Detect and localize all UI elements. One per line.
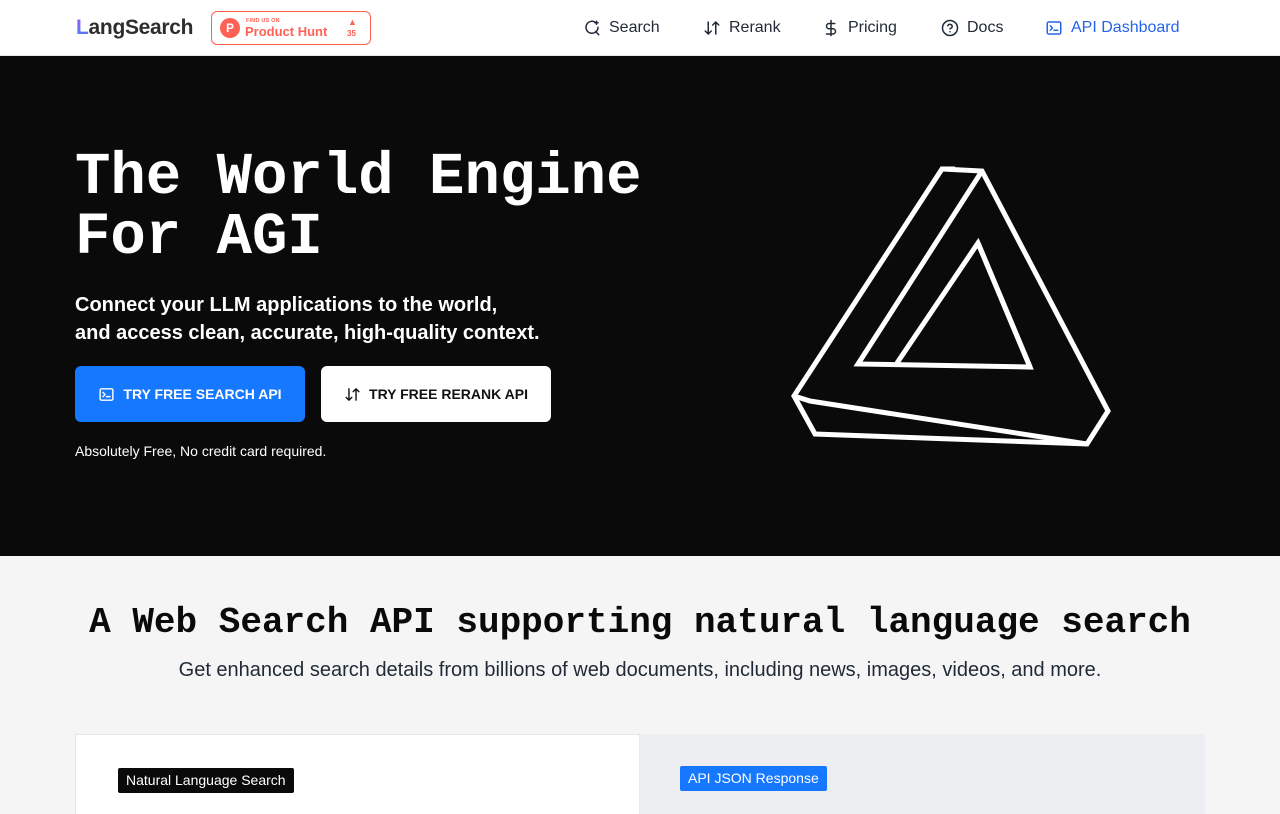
- logo-letter: L: [76, 16, 89, 39]
- hero-title: The World Engine For AGI: [75, 148, 715, 268]
- section-subtitle: Get enhanced search details from billion…: [178, 659, 1102, 681]
- logo-text: angSearch: [88, 16, 194, 39]
- nav-api-dashboard-label: API Dashboard: [1071, 19, 1180, 36]
- hero-section: The World Engine For AGI Connect your LL…: [0, 56, 1280, 556]
- hero-title-line1: The World Engine: [75, 144, 642, 211]
- try-rerank-api-button[interactable]: TRY FREE RERANK API: [321, 366, 551, 422]
- try-search-api-label: TRY FREE SEARCH API: [123, 386, 282, 402]
- nav-api-dashboard[interactable]: API Dashboard: [1045, 16, 1180, 40]
- dollar-icon: [825, 19, 837, 37]
- nav-docs-label: Docs: [967, 19, 1004, 36]
- upvote-count: 35: [347, 29, 356, 38]
- langsearch-logo[interactable]: LangSearch: [76, 15, 194, 41]
- product-hunt-badge[interactable]: P FIND US ON Product Hunt ▲ 35: [211, 11, 371, 45]
- help-circle-icon: [941, 19, 959, 37]
- product-hunt-icon: P: [220, 18, 240, 38]
- search-icon: [585, 20, 600, 36]
- penrose-triangle-illustration: [791, 166, 1111, 447]
- upvote-icon: ▲: [348, 17, 357, 27]
- nav-search-label: Search: [609, 19, 660, 36]
- nav-rerank-label: Rerank: [729, 19, 781, 36]
- try-search-api-button[interactable]: TRY FREE SEARCH API: [75, 366, 305, 422]
- search-demo-panel: Natural Language Search: [75, 734, 640, 814]
- hero-subtitle-line1: Connect your LLM applications to the wor…: [75, 294, 498, 316]
- nav-rerank[interactable]: Rerank: [703, 16, 781, 40]
- nav-pricing[interactable]: Pricing: [822, 16, 897, 40]
- api-json-response-tag: API JSON Response: [680, 766, 827, 791]
- sort-icon: [704, 21, 720, 35]
- nav-docs[interactable]: Docs: [941, 16, 1003, 40]
- terminal-icon: [99, 387, 114, 401]
- free-note: Absolutely Free, No credit card required…: [75, 443, 327, 459]
- section-title: A Web Search API supporting natural lang…: [89, 602, 1191, 643]
- natural-language-search-tag: Natural Language Search: [118, 768, 294, 793]
- nav-pricing-label: Pricing: [848, 19, 897, 36]
- hero-subtitle: Connect your LLM applications to the wor…: [75, 291, 595, 347]
- nav-search[interactable]: Search: [583, 16, 660, 40]
- sort-icon: [345, 387, 360, 401]
- terminal-icon: [1046, 21, 1062, 35]
- try-rerank-api-label: TRY FREE RERANK API: [369, 386, 528, 402]
- product-hunt-name: Product Hunt: [245, 24, 328, 39]
- api-response-panel: API JSON Response: [640, 734, 1205, 814]
- top-navbar: LangSearch P FIND US ON Product Hunt ▲ 3…: [0, 0, 1280, 56]
- hero-subtitle-line2: and access clean, accurate, high-quality…: [75, 322, 540, 344]
- hero-title-line2: For AGI: [75, 204, 323, 271]
